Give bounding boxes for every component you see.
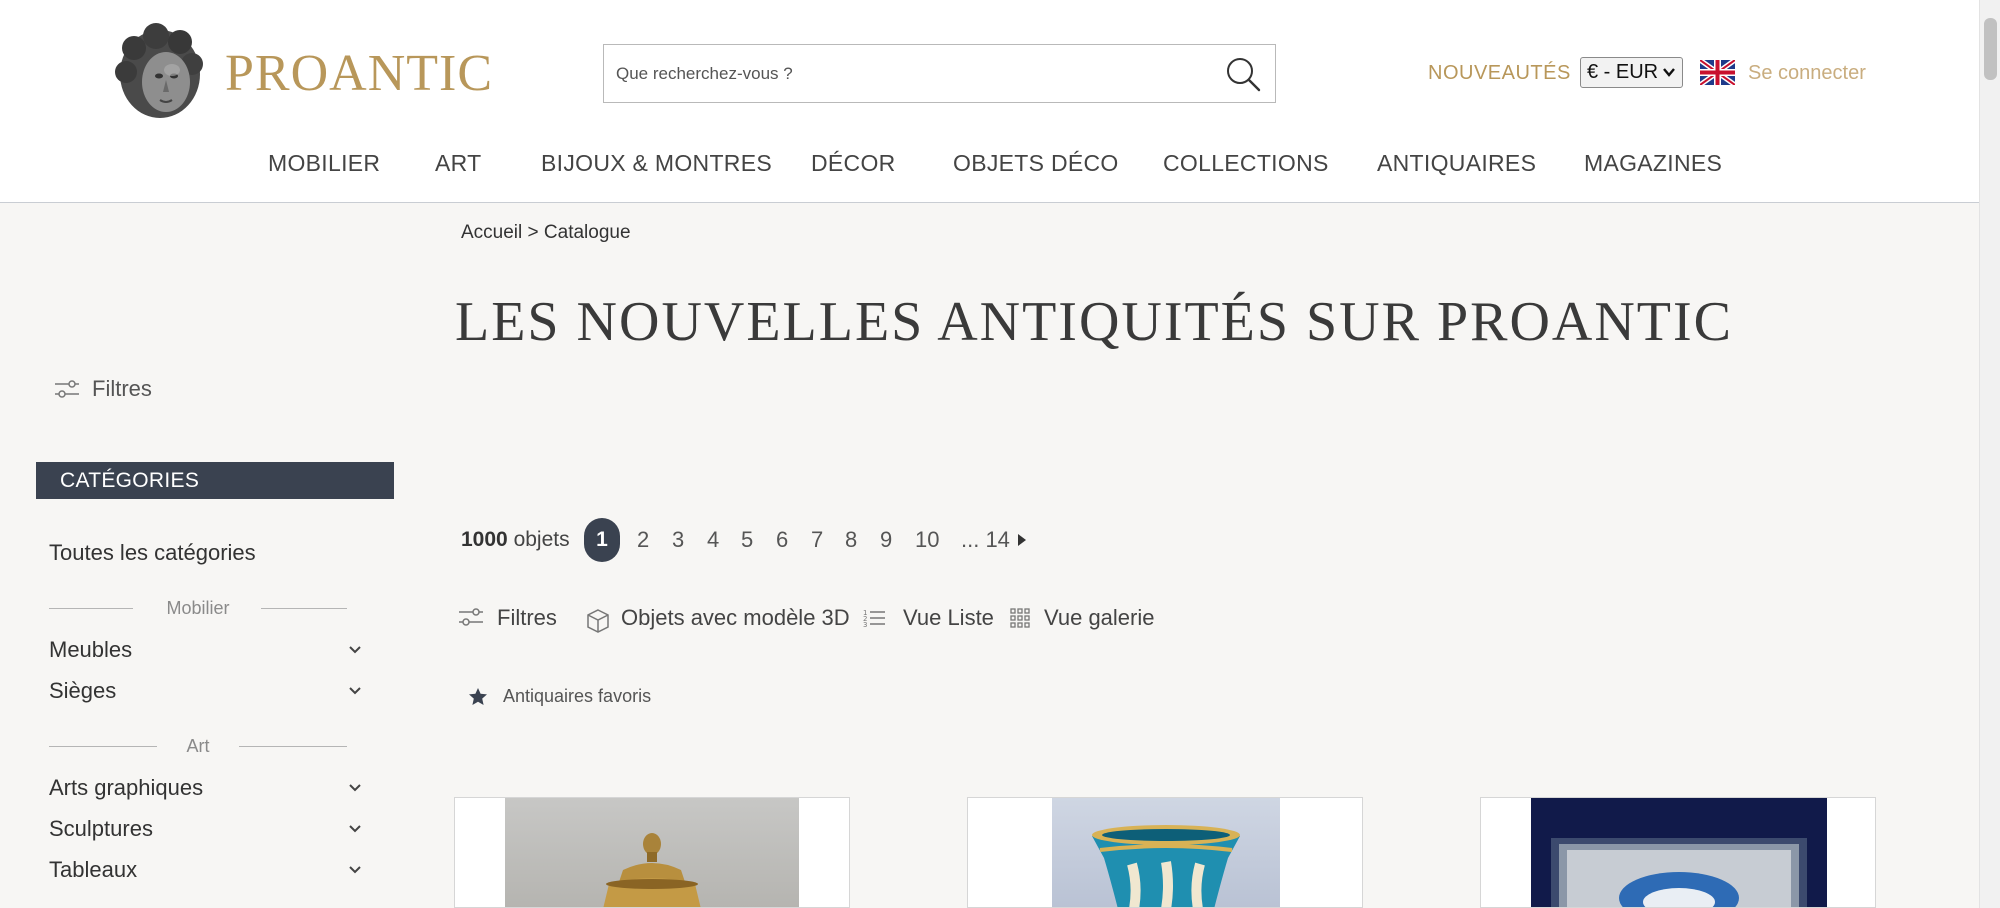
list-view-icon: 1 2 3 xyxy=(863,609,885,628)
sidebar-item-sieges[interactable]: Sièges xyxy=(49,676,363,706)
sidebar-item-tableaux[interactable]: Tableaux xyxy=(49,855,363,885)
result-count: 1000 objets xyxy=(461,527,570,553)
sidebar-item-label: Meubles xyxy=(49,637,133,662)
result-count-number: 1000 xyxy=(461,528,508,551)
blue-opaline-vase-image xyxy=(1092,825,1240,907)
product-card[interactable] xyxy=(454,797,850,908)
list-view-button[interactable]: 1 2 3 Vue Liste xyxy=(863,602,994,634)
svg-text:3: 3 xyxy=(863,621,867,628)
scrollbar[interactable] xyxy=(1979,0,2000,908)
login-link[interactable]: Se connecter xyxy=(1748,60,1866,86)
favorite-dealers-label: Antiquaires favoris xyxy=(503,686,652,706)
page-link[interactable]: 10 xyxy=(915,527,939,553)
group-label-art: Art xyxy=(186,736,210,756)
page-link[interactable]: 6 xyxy=(776,527,788,553)
product-image xyxy=(505,798,799,907)
nouveautes-link[interactable]: NOUVEAUTÉS xyxy=(1428,60,1571,86)
page-link-last[interactable]: ... 14 xyxy=(961,527,1010,553)
nav-objets-deco[interactable]: OBJETS DÉCO xyxy=(953,148,1119,178)
sidebar-item-sculptures[interactable]: Sculptures xyxy=(49,814,363,844)
main-nav: MOBILIER ART BIJOUX & MONTRES DÉCOR OBJE… xyxy=(0,148,1979,178)
group-label-mobilier: Mobilier xyxy=(166,598,230,618)
sidebar-item-label: Arts graphiques xyxy=(49,775,204,800)
result-count-label: objets xyxy=(513,528,570,551)
uk-flag-icon[interactable] xyxy=(1698,57,1737,88)
product-image xyxy=(1531,798,1827,907)
sidebar-item-label: Sièges xyxy=(49,678,117,703)
next-page-icon[interactable] xyxy=(1017,531,1027,549)
nav-magazines[interactable]: MAGAZINES xyxy=(1584,148,1722,178)
chevron-down-icon xyxy=(349,646,361,654)
currency-select[interactable]: € - EUR xyxy=(1580,57,1683,88)
objects-3d-label: Objets avec modèle 3D xyxy=(621,605,850,630)
scrollbar-thumb[interactable] xyxy=(1984,18,1997,80)
nav-antiquaires[interactable]: ANTIQUAIRES xyxy=(1377,148,1536,178)
filter-sliders-icon xyxy=(55,380,79,398)
categories-heading: CATÉGORIES xyxy=(36,462,394,499)
page-link[interactable]: 8 xyxy=(845,527,857,553)
search-input[interactable] xyxy=(616,45,1206,102)
page-link[interactable]: 9 xyxy=(880,527,892,553)
nav-bijoux-montres[interactable]: BIJOUX & MONTRES xyxy=(541,148,772,178)
gallery-view-label: Vue galerie xyxy=(1044,605,1155,630)
objects-3d-button[interactable]: Objets avec modèle 3D xyxy=(585,602,850,634)
page-link[interactable]: 5 xyxy=(741,527,753,553)
page-link[interactable]: 3 xyxy=(672,527,684,553)
star-icon xyxy=(469,688,487,705)
site-header: PROANTIC NOUVEAUTÉS € - EUR Se connecter xyxy=(0,0,1979,203)
page-current[interactable]: 1 xyxy=(584,518,620,562)
sidebar-item-label: Tableaux xyxy=(49,857,138,882)
currency-value: € - EUR xyxy=(1587,61,1659,83)
search-icon[interactable] xyxy=(1225,56,1261,92)
enamel-box-image xyxy=(1551,838,1807,907)
logo-head-icon[interactable] xyxy=(112,20,208,122)
cube-3d-icon xyxy=(587,609,609,633)
product-card[interactable] xyxy=(1480,797,1876,908)
sidebar-item-meubles[interactable]: Meubles xyxy=(49,635,363,665)
chevron-down-icon xyxy=(349,825,361,833)
grid-view-icon xyxy=(1010,608,1030,628)
page-link[interactable]: 7 xyxy=(811,527,823,553)
breadcrumb[interactable]: Accueil > Catalogue xyxy=(461,220,631,246)
nav-decor[interactable]: DÉCOR xyxy=(811,148,896,178)
group-divider-art: Art xyxy=(49,734,347,758)
nav-mobilier[interactable]: MOBILIER xyxy=(268,148,380,178)
list-view-label: Vue Liste xyxy=(903,605,994,630)
nav-collections[interactable]: COLLECTIONS xyxy=(1163,148,1329,178)
chevron-down-icon xyxy=(1663,68,1675,77)
chevron-down-icon xyxy=(349,866,361,874)
filters-button[interactable]: Filtres xyxy=(459,602,557,634)
gallery-view-button[interactable]: Vue galerie xyxy=(1010,602,1160,634)
product-card[interactable] xyxy=(967,797,1363,908)
logo-text[interactable]: PROANTIC xyxy=(225,44,493,104)
page-title: LES NOUVELLES ANTIQUITÉS SUR PROANTIC xyxy=(455,291,1733,353)
page-link[interactable]: 2 xyxy=(637,527,649,553)
search-box xyxy=(603,44,1276,103)
filters-button-label: Filtres xyxy=(497,605,557,630)
page-link[interactable]: 4 xyxy=(707,527,719,553)
chevron-down-icon xyxy=(349,784,361,792)
group-divider-mobilier: Mobilier xyxy=(49,596,347,620)
gilt-urn-image xyxy=(603,833,701,907)
filter-sliders-icon xyxy=(459,608,483,626)
chevron-down-icon xyxy=(349,687,361,695)
nav-art[interactable]: ART xyxy=(435,148,482,178)
all-categories-link[interactable]: Toutes les catégories xyxy=(49,538,256,568)
sidebar-item-arts-graphiques[interactable]: Arts graphiques xyxy=(49,773,363,803)
sidebar-item-label: Sculptures xyxy=(49,816,153,841)
product-image xyxy=(1052,798,1280,907)
sidebar-filters-label: Filtres xyxy=(92,376,152,401)
